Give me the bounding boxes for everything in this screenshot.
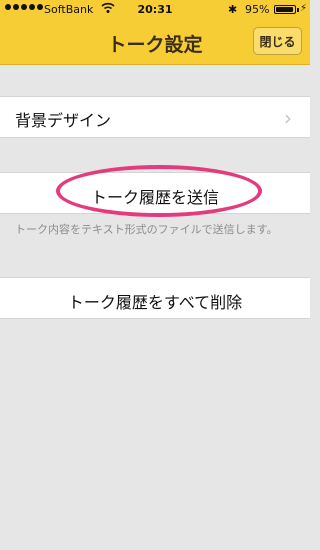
close-button[interactable]: 閉じる (253, 27, 302, 55)
chevron-right-icon: › (284, 106, 292, 130)
send-history-row[interactable]: トーク履歴を送信 (0, 172, 310, 214)
battery-icon (274, 5, 296, 14)
send-history-help-text: トーク内容をテキスト形式のファイルで送信します。 (15, 223, 278, 236)
delete-history-row[interactable]: トーク履歴をすべて削除 (0, 277, 310, 319)
background-design-label: 背景デザイン (15, 111, 112, 130)
charging-icon: ⚡ (300, 3, 308, 14)
delete-history-label: トーク履歴をすべて削除 (67, 293, 243, 312)
background-design-row[interactable]: 背景デザイン › (0, 96, 310, 138)
status-bar: SoftBank 20:31 ✱ 95% ⚡ (0, 0, 310, 20)
bluetooth-icon: ✱ (228, 3, 238, 16)
battery-percent: 95% (245, 3, 270, 16)
send-history-label: トーク履歴を送信 (90, 188, 219, 207)
top-bar: SoftBank 20:31 ✱ 95% ⚡ トーク設定 閉じる (0, 0, 310, 65)
